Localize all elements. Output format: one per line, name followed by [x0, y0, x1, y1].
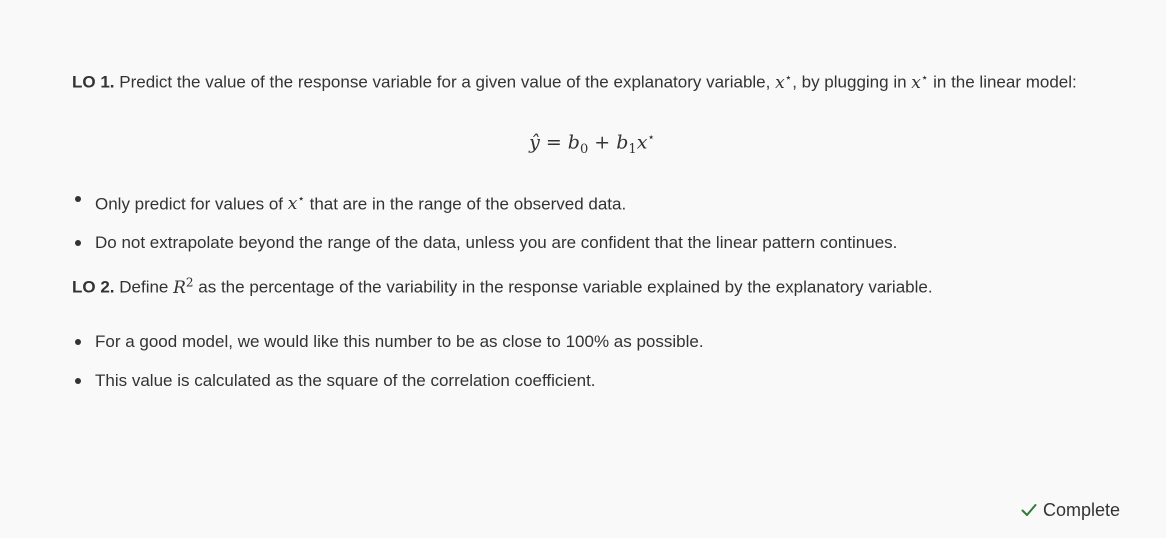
lo2-label: LO 2.: [72, 278, 115, 298]
lo1-text-after: in the linear model:: [928, 72, 1077, 92]
bullet-text: For a good model, we would like this num…: [95, 332, 704, 352]
bullet-icon: [75, 240, 81, 247]
lo1-text-before: Predict the value of the response variab…: [114, 72, 776, 92]
r-squared-math: R2: [173, 275, 194, 299]
bullet-icon: [75, 339, 81, 346]
lo2-bullet-list: For a good model, we would like this num…: [72, 329, 1112, 394]
linear-model-equation: ŷ = b0 + b1x⋆: [72, 123, 1112, 164]
lo1-label: LO 1.: [72, 72, 115, 92]
bullet-text-before: Only predict for values of: [95, 194, 288, 214]
list-item: For a good model, we would like this num…: [72, 329, 1112, 355]
x-star-math: x⋆: [287, 191, 305, 215]
lo1-text-middle: , by plugging in: [792, 72, 912, 92]
list-item: Only predict for values of x⋆ that are i…: [72, 186, 1112, 218]
lo2-text-before: Define: [114, 278, 174, 298]
bullet-text: This value is calculated as the square o…: [95, 371, 596, 391]
x-symbol: x: [636, 130, 648, 153]
r-superscript: 2: [185, 275, 194, 290]
list-item: This value is calculated as the square o…: [72, 368, 1112, 394]
x-star-math: x⋆: [911, 70, 929, 93]
x-star-math: x⋆: [775, 70, 793, 93]
check-icon: [1021, 503, 1037, 517]
bullet-text-after: that are in the range of the observed da…: [304, 194, 627, 214]
bullet-icon: [75, 195, 81, 202]
lo2-text-after: as the percentage of the variability in …: [193, 278, 933, 298]
lo1-paragraph: LO 1. Predict the value of the response …: [72, 64, 1112, 96]
learning-objectives: LO 1. Predict the value of the response …: [72, 64, 1112, 407]
bullet-icon: [75, 378, 81, 385]
list-item: Do not extrapolate beyond the range of t…: [72, 230, 1112, 256]
y-hat: ŷ: [529, 130, 540, 153]
x-star-superscript: ⋆: [647, 129, 655, 144]
b0-subscript: 0: [579, 141, 589, 157]
bullet-text: Do not extrapolate beyond the range of t…: [95, 233, 898, 253]
equals-sign: =: [539, 130, 568, 153]
r-symbol: R: [173, 278, 186, 299]
b1-subscript: 1: [628, 141, 637, 157]
plus-sign: +: [588, 130, 617, 153]
b1-symbol: b: [616, 130, 629, 153]
lo2-paragraph: LO 2. Define R2 as the percentage of the…: [72, 269, 1112, 301]
complete-label: Complete: [1042, 500, 1120, 520]
lo1-bullet-list: Only predict for values of x⋆ that are i…: [72, 186, 1112, 257]
complete-status-button[interactable]: Complete: [1021, 497, 1120, 523]
b0-symbol: b: [567, 130, 580, 153]
